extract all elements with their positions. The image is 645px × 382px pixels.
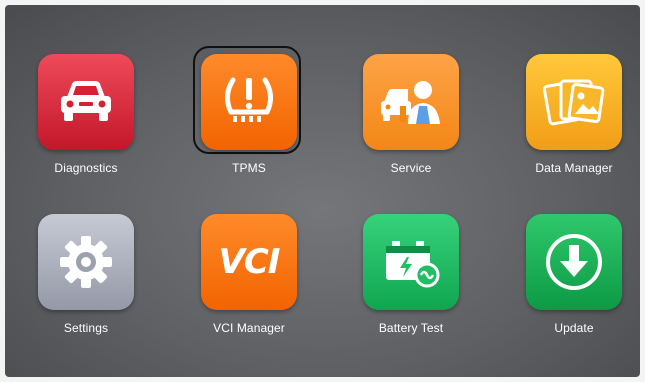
app-diagnostics[interactable]: Diagnostics [38, 54, 134, 175]
car-mechanic-icon [381, 81, 440, 124]
app-label: Diagnostics [54, 161, 118, 175]
app-label: Battery Test [378, 321, 444, 335]
app-update[interactable]: Update [526, 214, 622, 335]
photo-files-icon [542, 79, 605, 126]
app-label: TPMS [232, 161, 266, 175]
tire-pressure-warning-icon [225, 77, 273, 122]
app-settings[interactable]: Settings [38, 214, 134, 335]
app-label: Data Manager [535, 161, 613, 175]
app-data-manager[interactable]: Data Manager [526, 54, 622, 175]
home-screen: Diagnostics TPMS Service Data Manager Se… [5, 5, 640, 377]
app-label: VCI Manager [213, 321, 285, 335]
app-label: Service [390, 161, 432, 175]
app-tpms[interactable]: TPMS [193, 46, 301, 175]
vci-text-icon: VCI [218, 242, 281, 282]
car-icon [61, 81, 111, 121]
app-label: Update [554, 321, 594, 335]
app-service[interactable]: Service [363, 54, 459, 175]
update-app-icon[interactable] [526, 214, 622, 310]
data-manager-app-icon[interactable] [526, 54, 622, 150]
diagnostics-app-icon[interactable] [38, 54, 134, 150]
battery-icon [386, 241, 440, 288]
download-arrow-icon [546, 234, 602, 290]
battery-test-app-icon[interactable] [363, 214, 459, 310]
tpms-app-icon[interactable] [201, 54, 297, 150]
gear-icon [60, 236, 112, 288]
app-battery-test[interactable]: Battery Test [363, 214, 459, 335]
app-label: Settings [63, 321, 109, 335]
page-indicator [5, 371, 640, 377]
vci-manager-app-icon[interactable]: VCI [201, 214, 297, 310]
service-app-icon[interactable] [363, 54, 459, 150]
app-vci-manager[interactable]: VCI VCI Manager [201, 214, 297, 335]
settings-app-icon[interactable] [38, 214, 134, 310]
